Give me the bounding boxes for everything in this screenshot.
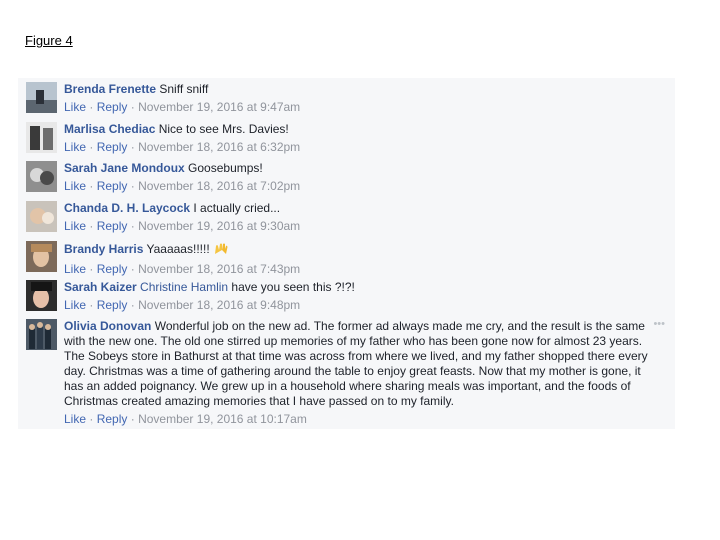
avatar[interactable] xyxy=(26,201,57,232)
like-button[interactable]: Like xyxy=(64,262,86,276)
comment-timestamp[interactable]: November 19, 2016 at 10:17am xyxy=(138,412,307,426)
reply-button[interactable]: Reply xyxy=(97,219,128,233)
avatar[interactable] xyxy=(26,82,57,113)
comment-text: Sarah Kaizer Christine Hamlin have you s… xyxy=(64,280,671,295)
tagged-user-link[interactable]: Christine Hamlin xyxy=(140,280,228,294)
comment-actions: Like · Reply · November 18, 2016 at 7:43… xyxy=(64,262,301,276)
reply-button[interactable]: Reply xyxy=(97,298,128,312)
reply-button[interactable]: Reply xyxy=(97,140,128,154)
avatar[interactable] xyxy=(26,280,57,311)
figure-label: Figure 4 xyxy=(25,33,73,48)
reply-button[interactable]: Reply xyxy=(97,179,128,193)
comment-author[interactable]: Chanda D. H. Laycock xyxy=(64,201,190,215)
comment-actions: Like · Reply · November 18, 2016 at 6:32… xyxy=(64,140,301,154)
like-button[interactable]: Like xyxy=(64,100,86,114)
comment-author[interactable]: Sarah Jane Mondoux xyxy=(64,161,185,175)
like-button[interactable]: Like xyxy=(64,219,86,233)
reply-button[interactable]: Reply xyxy=(97,100,128,114)
more-options-icon[interactable]: ••• xyxy=(653,317,665,332)
avatar[interactable] xyxy=(26,122,57,153)
comment-timestamp[interactable]: November 18, 2016 at 9:48pm xyxy=(138,298,300,312)
comment-actions: Like · Reply · November 19, 2016 at 10:1… xyxy=(64,412,307,426)
comment-timestamp[interactable]: November 18, 2016 at 7:02pm xyxy=(138,179,300,193)
comment-message: Nice to see Mrs. Davies! xyxy=(158,122,289,136)
comment-actions: Like · Reply · November 19, 2016 at 9:30… xyxy=(64,219,301,233)
raised-hands-emoji-icon xyxy=(213,241,229,259)
reply-button[interactable]: Reply xyxy=(97,262,128,276)
comment-actions: Like · Reply · November 19, 2016 at 9:47… xyxy=(64,100,301,114)
avatar[interactable] xyxy=(26,241,57,272)
comment-text: Chanda D. H. Laycock I actually cried... xyxy=(64,201,671,216)
avatar[interactable] xyxy=(26,161,57,192)
like-button[interactable]: Like xyxy=(64,298,86,312)
comment-message: have you seen this ?!?! xyxy=(231,280,355,294)
comment-actions: Like · Reply · November 18, 2016 at 7:02… xyxy=(64,179,301,193)
like-button[interactable]: Like xyxy=(64,412,86,426)
comment-message: I actually cried... xyxy=(193,201,281,215)
comment-actions: Like · Reply · November 18, 2016 at 9:48… xyxy=(64,298,301,312)
comment-timestamp[interactable]: November 19, 2016 at 9:47am xyxy=(138,100,300,114)
like-button[interactable]: Like xyxy=(64,140,86,154)
comment-author[interactable]: Olivia Donovan xyxy=(64,319,151,333)
comment-message: Goosebumps! xyxy=(188,161,263,175)
comment-message: Sniff sniff xyxy=(159,82,209,96)
comment-author[interactable]: Brandy Harris xyxy=(64,242,143,256)
like-button[interactable]: Like xyxy=(64,179,86,193)
comment-text: Olivia Donovan Wonderful job on the new … xyxy=(64,319,671,409)
comment-author[interactable]: Brenda Frenette xyxy=(64,82,156,96)
comment-text: Sarah Jane Mondoux Goosebumps! xyxy=(64,161,671,176)
comment-message: Yaaaaas!!!!! xyxy=(146,242,210,256)
comment-author[interactable]: Marlisa Chediac xyxy=(64,122,155,136)
comment-message: Wonderful job on the new ad. The former … xyxy=(64,319,648,408)
reply-button[interactable]: Reply xyxy=(97,412,128,426)
comment-text: Brenda Frenette Sniff sniff xyxy=(64,82,671,97)
comments-panel: Brenda Frenette Sniff sniff Like · Reply… xyxy=(18,78,675,429)
comment-text: Brandy Harris Yaaaaas!!!!! xyxy=(64,241,671,259)
comment-author[interactable]: Sarah Kaizer xyxy=(64,280,137,294)
comment-timestamp[interactable]: November 18, 2016 at 7:43pm xyxy=(138,262,300,276)
comment-timestamp[interactable]: November 18, 2016 at 6:32pm xyxy=(138,140,300,154)
comment-text: Marlisa Chediac Nice to see Mrs. Davies! xyxy=(64,122,671,137)
avatar[interactable] xyxy=(26,319,57,350)
comment-timestamp[interactable]: November 19, 2016 at 9:30am xyxy=(138,219,300,233)
